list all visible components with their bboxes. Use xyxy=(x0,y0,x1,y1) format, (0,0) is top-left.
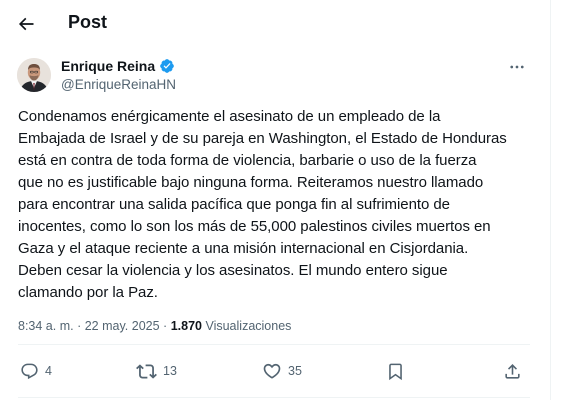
post-text: Condenamos enérgicamente el asesinato de… xyxy=(18,108,507,301)
views-label: Visualizaciones xyxy=(205,319,292,333)
avatar-image xyxy=(17,58,51,92)
page-title: Post xyxy=(68,12,108,32)
repost-button[interactable]: 13 xyxy=(136,358,177,384)
more-options-button[interactable] xyxy=(505,56,529,78)
post-date[interactable]: 22 may. 2025 xyxy=(85,319,160,333)
meta-separator-2: · xyxy=(163,319,168,333)
divider-bottom xyxy=(18,397,530,398)
back-button[interactable] xyxy=(10,8,42,40)
author-name-text: Enrique Reina xyxy=(61,58,156,74)
heart-icon xyxy=(263,363,281,379)
bookmark-icon xyxy=(389,363,402,380)
reply-icon xyxy=(21,363,38,379)
post-panel: Post Enrique Reina @EnriqueReinaHN Conde… xyxy=(0,0,551,400)
post-meta: 8:34 a. m. · 22 may. 2025 · 1.870 Visual… xyxy=(18,318,291,334)
repost-count: 13 xyxy=(163,364,177,378)
avatar[interactable] xyxy=(17,58,51,92)
share-icon xyxy=(505,363,520,379)
reply-count: 4 xyxy=(45,364,52,378)
share-button[interactable] xyxy=(503,358,522,384)
meta-separator: · xyxy=(77,319,82,333)
action-bar: 4 13 35 xyxy=(18,358,538,384)
verified-badge-icon[interactable] xyxy=(159,58,175,74)
more-horizontal-icon xyxy=(510,65,524,69)
reply-button[interactable]: 4 xyxy=(20,358,52,384)
arrow-left-icon xyxy=(18,17,34,31)
bookmark-button[interactable] xyxy=(386,358,405,384)
like-count: 35 xyxy=(288,364,302,378)
repost-icon xyxy=(136,363,157,379)
post-header: Post xyxy=(0,0,551,46)
post-time[interactable]: 8:34 a. m. xyxy=(18,319,74,333)
like-button[interactable]: 35 xyxy=(262,358,302,384)
divider-top xyxy=(18,344,530,345)
author-handle[interactable]: @EnriqueReinaHN xyxy=(61,76,176,94)
views-count: 1.870 xyxy=(170,319,202,333)
author-name[interactable]: Enrique Reina xyxy=(61,57,175,75)
